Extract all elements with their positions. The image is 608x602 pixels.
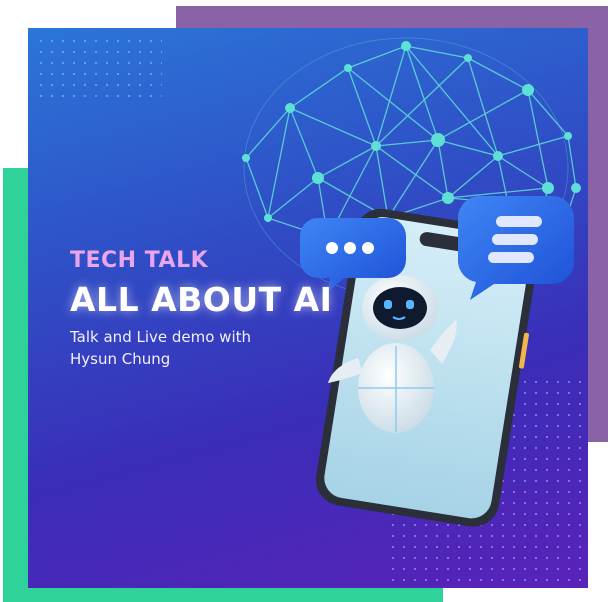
kicker-text: TECH TALK bbox=[70, 248, 209, 273]
subtitle-text: Talk and Live demo with Hysun Chung bbox=[70, 326, 300, 370]
dot-grid-top-left bbox=[32, 34, 162, 104]
headline-text: ALL ABOUT AI bbox=[70, 280, 333, 319]
poster-card: TECH TALK ALL ABOUT AI Talk and Live dem… bbox=[28, 28, 588, 588]
subtitle-line-1: Talk and Live demo with bbox=[70, 328, 252, 346]
subtitle-line-2: Hysun Chung bbox=[70, 350, 171, 368]
talk-info: TECH TALK ALL ABOUT AI Talk and Live dem… bbox=[70, 246, 332, 370]
